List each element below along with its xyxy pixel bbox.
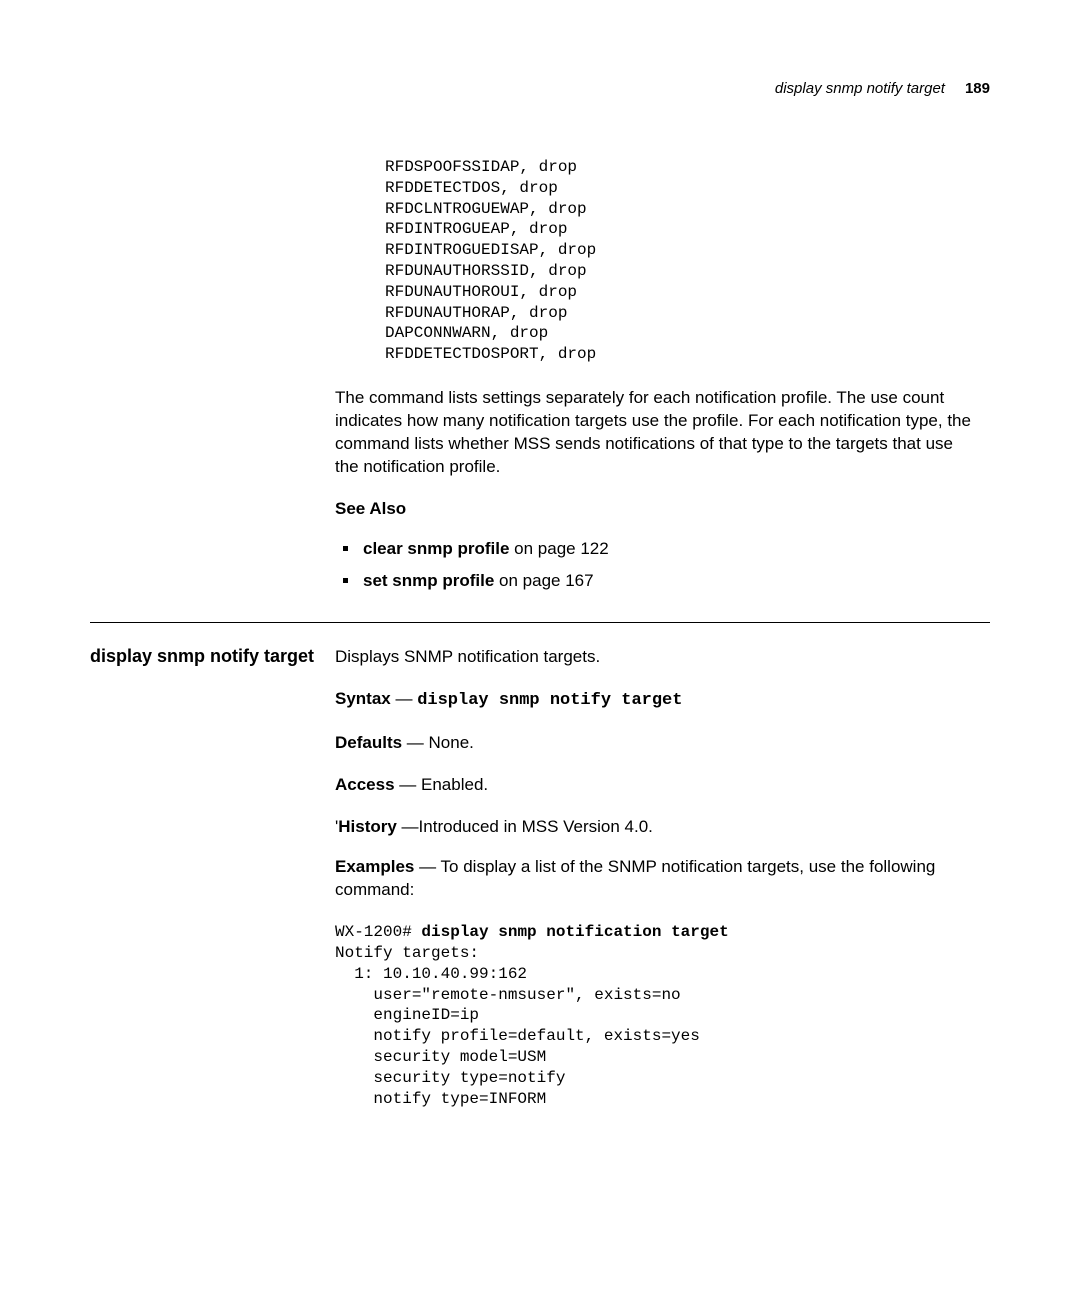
upper-content: RFDSPOOFSSIDAP, drop RFDDETECTDOS, drop … [90, 157, 990, 622]
see-also-heading: See Also [335, 499, 980, 519]
examples-line: Examples — To display a list of the SNMP… [335, 856, 980, 902]
access-line: Access — Enabled. [335, 773, 980, 797]
see-also-list: clear snmp profile on page 122 set snmp … [335, 537, 980, 593]
see-also-page-ref: on page 122 [509, 539, 608, 558]
syntax-dash: — [391, 689, 417, 708]
syntax-label: Syntax [335, 689, 391, 708]
upper-sidebar [90, 157, 335, 622]
defaults-value: — None. [402, 733, 474, 752]
header-page-number: 189 [965, 80, 990, 97]
upper-main: RFDSPOOFSSIDAP, drop RFDDETECTDOS, drop … [335, 157, 990, 622]
history-value: —Introduced in MSS Version 4.0. [397, 817, 653, 836]
section-sidebar: display snmp notify target [90, 645, 335, 1109]
section-main: Displays SNMP notification targets. Synt… [335, 645, 990, 1109]
cli-command: display snmp notification target [421, 923, 728, 941]
cli-prompt: WX-1200# [335, 923, 421, 941]
page-header: display snmp notify target 189 [90, 80, 990, 97]
examples-label: Examples [335, 857, 414, 876]
access-value: — Enabled. [395, 775, 489, 794]
see-also-item: clear snmp profile on page 122 [335, 537, 980, 561]
header-title: display snmp notify target [775, 80, 945, 97]
history-label: History [338, 817, 397, 836]
section-content: display snmp notify target Displays SNMP… [90, 645, 990, 1109]
command-description: Displays SNMP notification targets. [335, 645, 980, 669]
example-output: WX-1200# display snmp notification targe… [335, 922, 980, 1109]
defaults-line: Defaults — None. [335, 731, 980, 755]
history-line: 'History —Introduced in MSS Version 4.0. [335, 815, 980, 839]
command-name-heading: display snmp notify target [90, 645, 335, 668]
description-paragraph: The command lists settings separately fo… [335, 387, 980, 479]
syntax-command: display snmp notify target [417, 691, 682, 710]
see-also-link[interactable]: set snmp profile [363, 571, 494, 590]
see-also-item: set snmp profile on page 167 [335, 569, 980, 593]
defaults-label: Defaults [335, 733, 402, 752]
section-divider [90, 622, 990, 623]
access-label: Access [335, 775, 395, 794]
examples-text: — To display a list of the SNMP notifica… [335, 857, 935, 899]
see-also-link[interactable]: clear snmp profile [363, 539, 509, 558]
notification-types-code: RFDSPOOFSSIDAP, drop RFDDETECTDOS, drop … [335, 157, 980, 365]
syntax-line: Syntax — display snmp notify target [335, 687, 980, 713]
cli-output-body: Notify targets: 1: 10.10.40.99:162 user=… [335, 944, 700, 1108]
see-also-page-ref: on page 167 [494, 571, 593, 590]
